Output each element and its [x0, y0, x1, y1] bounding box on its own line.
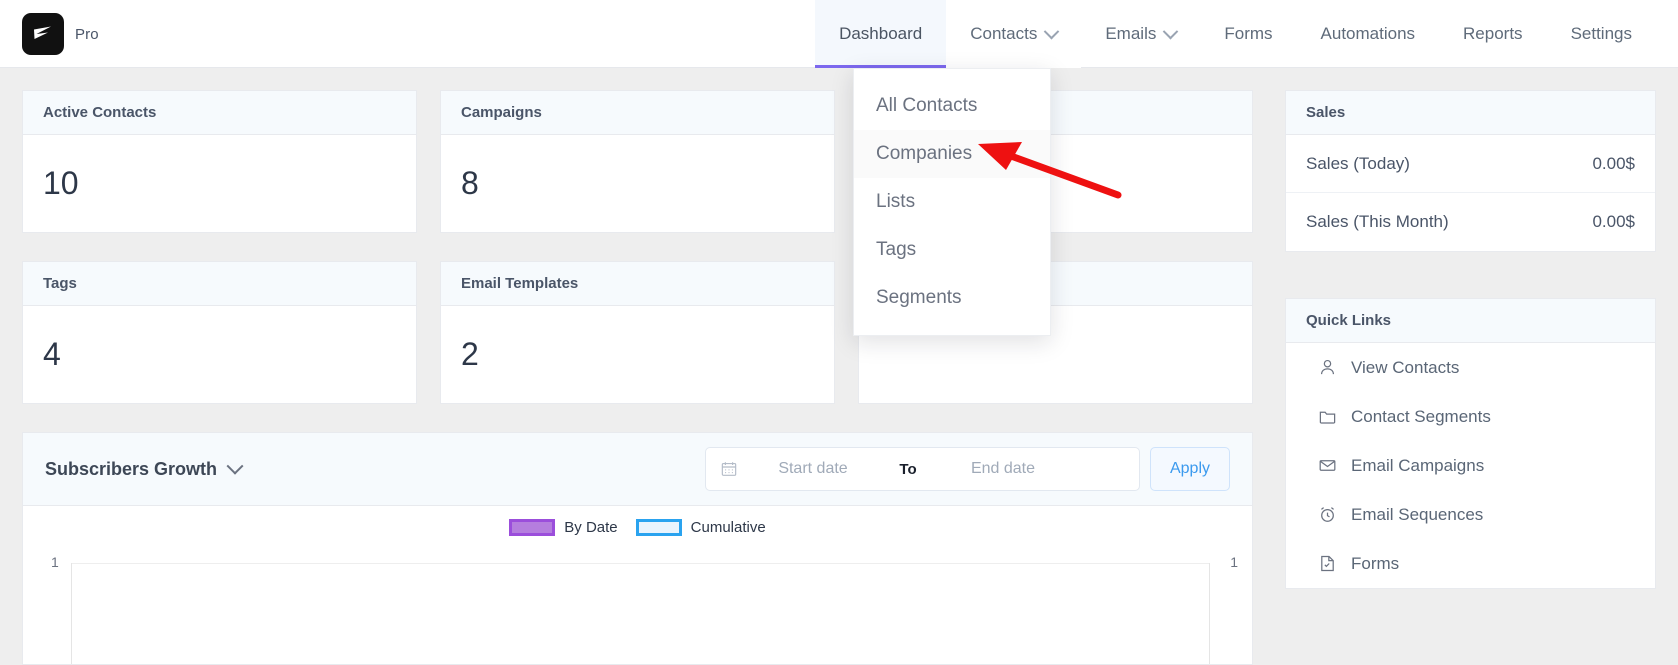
alarm-clock-icon: [1317, 505, 1337, 525]
legend-label: Cumulative: [690, 519, 766, 536]
quick-links-title: Quick Links: [1286, 299, 1655, 343]
top-navigation-bar: Pro Dashboard Contacts Emails Forms Auto…: [0, 0, 1678, 68]
sales-row-today: Sales (Today) 0.00$: [1286, 135, 1655, 193]
chart-plot: 1 1: [23, 554, 1252, 664]
nav-item-emails[interactable]: Emails: [1081, 0, 1200, 68]
chart-gridline: [71, 563, 1210, 564]
start-date-input[interactable]: Start date: [738, 460, 888, 478]
nav-item-settings[interactable]: Settings: [1547, 0, 1656, 68]
quick-link-email-sequences[interactable]: Email Sequences: [1286, 490, 1655, 539]
dropdown-item-label: All Contacts: [876, 95, 978, 116]
quick-links-card: Quick Links View Contacts Contact Segmen…: [1285, 298, 1656, 589]
nav-item-contacts[interactable]: Contacts: [946, 0, 1082, 68]
apply-button[interactable]: Apply: [1150, 447, 1230, 491]
sales-row-label: Sales (Today): [1306, 153, 1410, 173]
stat-value: 8: [461, 165, 479, 201]
person-icon: [1317, 358, 1337, 378]
right-rail: Sales Sales (Today) 0.00$ Sales (This Mo…: [1285, 90, 1656, 635]
y-axis-tick-right: 1: [1230, 554, 1238, 570]
stat-value: 2: [461, 336, 479, 372]
nav-label: Automations: [1320, 24, 1416, 43]
sales-row-value: 0.00$: [1592, 153, 1635, 173]
pro-badge: Pro: [75, 25, 99, 43]
chevron-down-icon: [1163, 23, 1179, 39]
dropdown-item-label: Lists: [876, 191, 916, 212]
document-check-icon: [1317, 554, 1337, 574]
legend-item-by-date[interactable]: By Date: [509, 519, 618, 536]
legend-swatch-icon: [509, 519, 556, 536]
folder-icon: [1317, 407, 1337, 427]
y-axis-tick-left: 1: [51, 554, 59, 570]
dropdown-item-lists[interactable]: Lists: [854, 178, 1050, 226]
chevron-down-icon[interactable]: [226, 457, 244, 475]
nav-label: Dashboard: [839, 24, 923, 43]
dropdown-item-companies[interactable]: Companies: [854, 130, 1050, 178]
stat-card-email-templates: Email Templates 2: [440, 261, 835, 404]
legend-item-cumulative[interactable]: Cumulative: [635, 519, 766, 536]
nav-label: Reports: [1463, 24, 1523, 43]
sales-card: Sales Sales (Today) 0.00$ Sales (This Mo…: [1285, 90, 1656, 252]
chart-header: Subscribers Growth Start date To End dat…: [23, 433, 1252, 506]
legend-swatch-icon: [635, 519, 682, 536]
dropdown-item-label: Tags: [876, 239, 917, 260]
quick-link-contact-segments[interactable]: Contact Segments: [1286, 392, 1655, 441]
main-nav: Dashboard Contacts Emails Forms Automati…: [815, 0, 1678, 68]
nav-label: Forms: [1224, 24, 1273, 43]
dropdown-item-label: Companies: [876, 143, 973, 164]
stat-value: 4: [43, 336, 61, 372]
card-title: Tags: [23, 262, 416, 306]
calendar-icon: [720, 460, 738, 478]
chart-title-group[interactable]: Subscribers Growth: [45, 457, 244, 480]
nav-end-spacer: [1656, 0, 1678, 68]
chart-legend: By Date Cumulative: [23, 506, 1252, 536]
brand: Pro: [0, 0, 99, 68]
legend-label: By Date: [564, 519, 618, 536]
stat-value: 10: [43, 165, 79, 201]
page-title: Subscribers Growth: [45, 458, 218, 479]
date-range-controls: Start date To End date Apply: [705, 447, 1230, 491]
contacts-dropdown-menu: All Contacts Companies Lists Tags Segmen…: [853, 68, 1051, 336]
end-date-input[interactable]: End date: [928, 460, 1078, 478]
sales-row-value: 0.00$: [1592, 212, 1635, 231]
quick-link-forms[interactable]: Forms: [1286, 539, 1655, 588]
chart-y-axis-left: [71, 563, 72, 664]
nav-item-dashboard[interactable]: Dashboard: [815, 0, 947, 68]
stat-card-campaigns: Campaigns 8: [440, 90, 835, 233]
nav-label: Contacts: [970, 24, 1038, 43]
quick-link-label: Email Sequences: [1351, 504, 1484, 524]
quick-link-label: View Contacts: [1351, 357, 1460, 377]
dashboard-content: Active Contacts 10 Campaigns 8 Tags 4 Em…: [0, 68, 1678, 665]
nav-item-automations[interactable]: Automations: [1297, 0, 1440, 68]
sales-row-this-month: Sales (This Month) 0.00$: [1286, 193, 1655, 251]
dropdown-item-tags[interactable]: Tags: [854, 226, 1050, 274]
stat-card-tags: Tags 4: [22, 261, 417, 404]
quick-link-label: Forms: [1351, 553, 1400, 573]
envelope-icon: [1317, 456, 1337, 476]
nav-item-reports[interactable]: Reports: [1439, 0, 1547, 68]
chart-area: By Date Cumulative 1 1: [23, 506, 1252, 664]
chevron-down-icon: [1044, 23, 1060, 39]
dropdown-item-segments[interactable]: Segments: [854, 274, 1050, 322]
card-title: Campaigns: [441, 91, 834, 135]
nav-label: Settings: [1570, 24, 1632, 43]
nav-label: Emails: [1105, 24, 1157, 43]
sales-row-label: Sales (This Month): [1306, 212, 1449, 231]
dropdown-item-label: Segments: [876, 287, 962, 308]
dropdown-item-all-contacts[interactable]: All Contacts: [854, 82, 1050, 130]
subscribers-growth-panel: Subscribers Growth Start date To End dat…: [22, 432, 1253, 665]
date-range-input-group[interactable]: Start date To End date: [705, 447, 1140, 491]
flowmattic-logo-icon[interactable]: [22, 13, 64, 55]
sales-card-title: Sales: [1286, 91, 1655, 135]
quick-link-email-campaigns[interactable]: Email Campaigns: [1286, 441, 1655, 490]
card-title: Email Templates: [441, 262, 834, 306]
quick-link-view-contacts[interactable]: View Contacts: [1286, 343, 1655, 392]
card-title: Active Contacts: [23, 91, 416, 135]
date-range-separator: To: [899, 460, 917, 478]
quick-link-label: Contact Segments: [1351, 406, 1491, 426]
nav-item-forms[interactable]: Forms: [1200, 0, 1296, 68]
stat-card-active-contacts: Active Contacts 10: [22, 90, 417, 233]
quick-link-label: Email Campaigns: [1351, 455, 1485, 475]
chart-y-axis-right: [1209, 563, 1210, 664]
